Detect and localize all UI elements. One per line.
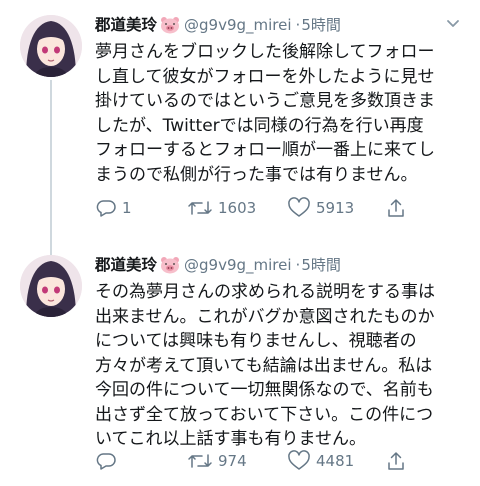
like-count: 5913 — [316, 199, 355, 217]
share-icon — [388, 452, 404, 470]
tweet-header: 郡道美玲 @g9v9g_mirei ·5時間 — [95, 254, 341, 276]
thread-line — [50, 80, 52, 260]
retweet-button[interactable]: 974 — [187, 448, 247, 474]
pig-face-emoji-icon — [160, 256, 180, 280]
like-count: 4481 — [316, 452, 355, 470]
avatar[interactable] — [20, 15, 82, 77]
share-button[interactable] — [385, 195, 407, 221]
retweet-button[interactable]: 1603 — [187, 195, 256, 221]
like-button[interactable]: 4481 — [287, 448, 354, 474]
tweet-text: その為夢月さんの求められる説明をする事は 出来ません。これがバグか意図されたもの… — [95, 282, 435, 449]
separator: · — [295, 16, 301, 34]
display-name[interactable]: 郡道美玲 — [95, 256, 157, 274]
separator: · — [295, 256, 301, 274]
tweet-actions: 974 4481 — [95, 448, 425, 474]
handle[interactable]: @g9v9g_mirei — [184, 16, 292, 34]
retweet-icon — [188, 201, 212, 215]
avatar-image-icon — [20, 15, 82, 77]
share-button[interactable] — [385, 448, 407, 474]
chevron-down-icon[interactable] — [444, 14, 462, 32]
reply-button[interactable] — [95, 448, 122, 474]
like-button[interactable]: 5913 — [287, 195, 354, 221]
display-name[interactable]: 郡道美玲 — [95, 16, 157, 34]
tweet-header: 郡道美玲 @g9v9g_mirei ·5時間 — [95, 14, 341, 36]
reply-button[interactable]: 1 — [95, 195, 132, 221]
avatar[interactable] — [20, 255, 82, 317]
tweet-text: 夢月さんをブロックした後解除してフォロー し直して彼女がフォローを外したように見… — [95, 42, 435, 185]
reply-icon — [96, 200, 116, 217]
heart-icon — [288, 197, 310, 217]
avatar-image-icon — [20, 255, 82, 317]
heart-icon — [288, 450, 310, 470]
tweet-2[interactable]: 郡道美玲 @g9v9g_mirei ·5時間 その為夢月さんの求められる説明をする事… — [0, 240, 480, 486]
retweet-count: 1603 — [218, 199, 257, 217]
handle[interactable]: @g9v9g_mirei — [184, 256, 292, 274]
pig-face-emoji-icon — [160, 16, 180, 40]
tweet-1[interactable]: 郡道美玲 @g9v9g_mirei ·5時間 夢月さんをブロックした後解除してフォロ… — [0, 0, 480, 260]
retweet-icon — [188, 454, 212, 468]
share-icon — [388, 199, 404, 217]
timestamp[interactable]: 5時間 — [301, 16, 341, 34]
reply-icon — [96, 453, 116, 470]
tweet-actions: 1 1603 5913 — [95, 195, 425, 221]
retweet-count: 974 — [218, 452, 247, 470]
reply-count: 1 — [122, 199, 132, 217]
timestamp[interactable]: 5時間 — [301, 256, 341, 274]
